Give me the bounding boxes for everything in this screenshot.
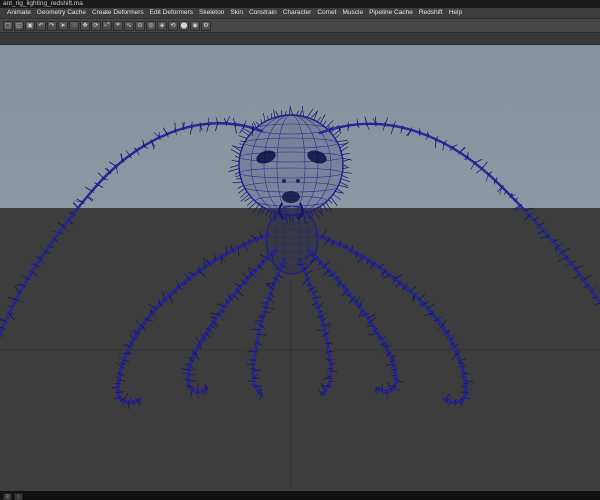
- snap-view-icon[interactable]: ◎: [146, 20, 156, 31]
- maya-window: ant_rig_lighting_redshift.ma Animate Geom…: [0, 0, 600, 500]
- menu-item-muscle[interactable]: Muscle: [340, 8, 367, 18]
- rotate-tool-icon[interactable]: ⟳: [91, 20, 101, 31]
- toolbar-icons: ▢ ◱ ▣ ↶ ↷ ➤ ◌ ✥ ⟳ ⤢ ⌗ ∿ ⊙ ◎ ◈ ⟲ ⬤ ◉ ⚙: [0, 20, 212, 31]
- toolbar: ▢ ◱ ▣ ↶ ↷ ➤ ◌ ✥ ⟳ ⤢ ⌗ ∿ ⊙ ◎ ◈ ⟲ ⬤ ◉ ⚙: [0, 19, 600, 33]
- redo-icon[interactable]: ↷: [47, 20, 57, 31]
- lasso-tool-icon[interactable]: ◌: [69, 20, 79, 31]
- script-editor-icon[interactable]: ≡: [3, 492, 12, 500]
- menu-item-character[interactable]: Character: [280, 8, 315, 18]
- menu-items: Animate Geometry Cache Create Deformers Edi…: [0, 8, 465, 18]
- snap-grid-icon[interactable]: ⌗: [113, 20, 123, 31]
- render-settings-icon[interactable]: ⚙: [201, 20, 211, 31]
- make-live-icon[interactable]: ◈: [157, 20, 167, 31]
- new-scene-icon[interactable]: ▢: [3, 20, 13, 31]
- undo-icon[interactable]: ↶: [36, 20, 46, 31]
- select-tool-icon[interactable]: ➤: [58, 20, 68, 31]
- command-line-icon[interactable]: ›: [14, 492, 23, 500]
- menu-item-redshift[interactable]: Redshift: [416, 8, 446, 18]
- render-icon[interactable]: ⬤: [179, 20, 189, 31]
- title-bar: ant_rig_lighting_redshift.ma: [0, 0, 600, 8]
- viewport-panel-bar: [0, 33, 600, 45]
- menu-item-comet[interactable]: Comet: [314, 8, 339, 18]
- scale-tool-icon[interactable]: ⤢: [102, 20, 112, 31]
- ant-wireframe-model[interactable]: [0, 45, 600, 491]
- ipr-render-icon[interactable]: ◉: [190, 20, 200, 31]
- menu-item-geometry-cache[interactable]: Geometry Cache: [34, 8, 89, 18]
- menu-item-help[interactable]: Help: [446, 8, 465, 18]
- menu-item-pipeline-cache[interactable]: Pipeline Cache: [366, 8, 416, 18]
- snap-point-icon[interactable]: ⊙: [135, 20, 145, 31]
- menu-item-create-deformers[interactable]: Create Deformers: [89, 8, 147, 18]
- viewport[interactable]: [0, 45, 600, 491]
- save-scene-icon[interactable]: ▣: [25, 20, 35, 31]
- menu-item-edit-deformers[interactable]: Edit Deformers: [147, 8, 196, 18]
- history-icon[interactable]: ⟲: [168, 20, 178, 31]
- menu-item-constrain[interactable]: Constrain: [246, 8, 280, 18]
- snap-curve-icon[interactable]: ∿: [124, 20, 134, 31]
- menu-item-animate[interactable]: Animate: [4, 8, 34, 18]
- menu-item-skeleton[interactable]: Skeleton: [196, 8, 227, 18]
- status-bar: ≡ ›: [0, 491, 600, 500]
- move-tool-icon[interactable]: ✥: [80, 20, 90, 31]
- menu-bar: Animate Geometry Cache Create Deformers Edi…: [0, 8, 600, 19]
- open-scene-icon[interactable]: ◱: [14, 20, 24, 31]
- window-title: ant_rig_lighting_redshift.ma: [3, 0, 83, 7]
- menu-item-skin[interactable]: Skin: [227, 8, 246, 18]
